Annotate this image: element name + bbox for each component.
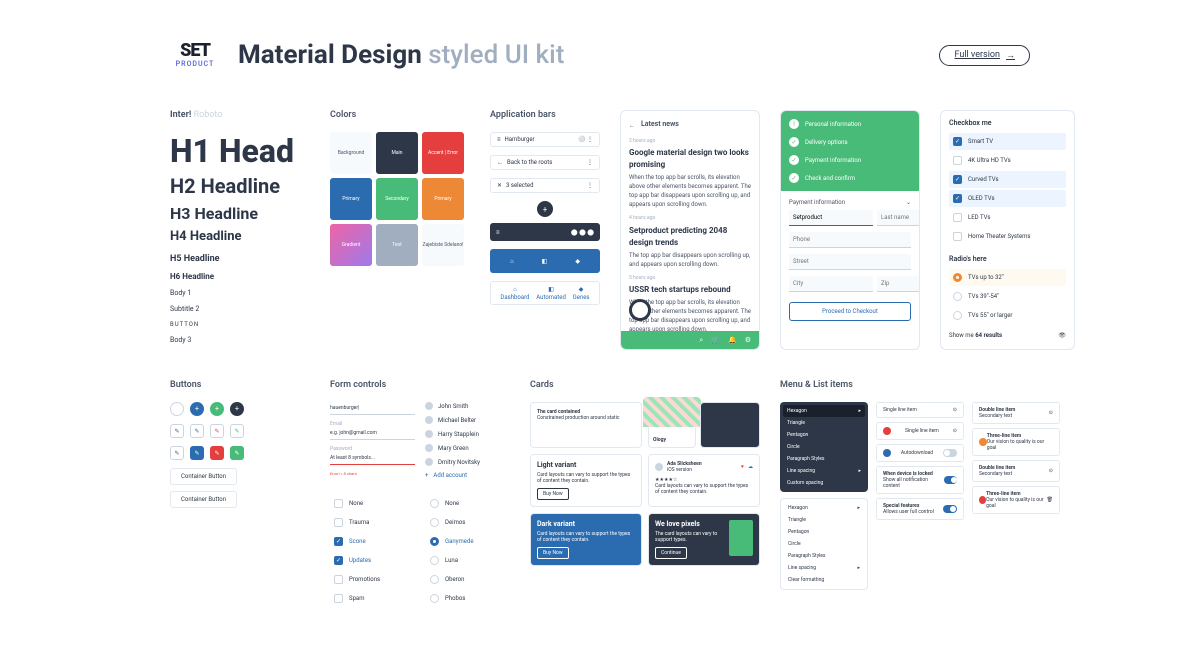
search-icon[interactable]: ⌕: [699, 335, 703, 346]
fab-outline-add[interactable]: +: [170, 402, 184, 416]
city-input[interactable]: [789, 276, 873, 292]
arrow-right-icon: →: [1006, 50, 1015, 61]
swatch-orange: Primary: [422, 178, 464, 220]
appbar-dark[interactable]: ≡⬤ ⬤ ⬤: [490, 223, 600, 241]
appbar-selected[interactable]: ✕3 selected ⋮: [490, 178, 600, 193]
fab-green-add[interactable]: +: [210, 402, 224, 416]
full-version-button[interactable]: Full version→: [939, 45, 1030, 66]
cards-section: Cards The card contained Constrained pro…: [530, 380, 760, 609]
swatch-accent: Accent | Error: [422, 132, 464, 174]
filter-panel: Checkbox me ✓Smart TV 4K Ultra HD TVs ✓C…: [940, 110, 1075, 350]
radio-39[interactable]: TVs 39"-54": [949, 288, 1066, 305]
swatch-main: Main: [376, 132, 418, 174]
checkout-button[interactable]: Proceed to Checkout: [789, 302, 911, 321]
news-panel[interactable]: ←Latest news 2 hours ago Google material…: [620, 110, 760, 350]
card-small[interactable]: The card contained Constrained productio…: [530, 402, 642, 448]
container-button-2[interactable]: Container Button: [170, 491, 237, 508]
swatch-background: Background: [330, 132, 372, 174]
eye-icon[interactable]: 👁: [1058, 332, 1066, 339]
appbar-hamburger[interactable]: ≡Hamburger ⚪ ⋮: [490, 132, 600, 147]
close-icon: ✕: [497, 182, 502, 189]
check-4k[interactable]: 4K Ultra HD TVs: [949, 152, 1066, 169]
swatch-primary: Primary: [330, 178, 372, 220]
check-oled[interactable]: ✓OLED TVs: [949, 190, 1066, 207]
phone-input[interactable]: [789, 232, 911, 248]
fab-dark-add[interactable]: +: [230, 402, 244, 416]
last-name-input[interactable]: [877, 210, 920, 226]
checkout-form: !Personal information ✓Delivery options …: [780, 110, 920, 350]
colors-section: Colors Background Main Accent | Error Pr…: [330, 110, 470, 350]
arrow-left-icon: ←: [497, 159, 503, 166]
h1-sample: H1 Head: [170, 132, 310, 170]
home-icon: ⌂: [510, 258, 514, 265]
appbar-back[interactable]: ←Back to the roots ⋮: [490, 155, 600, 170]
zip-input[interactable]: [877, 276, 920, 292]
bell-icon[interactable]: 🔔: [728, 335, 737, 346]
check-smart-tv[interactable]: ✓Smart TV: [949, 133, 1066, 150]
bottom-nav-blue[interactable]: ⌂ ◧ ◆: [490, 249, 600, 273]
bottom-nav-light[interactable]: ⌂Dashboard ◧Automated ◆Genes: [490, 281, 600, 305]
page-title: Material Design styled UI kit: [238, 40, 564, 70]
toggle[interactable]: [943, 449, 957, 457]
form-controls-section: Form controls hauenburger| Email e.g. jo…: [330, 380, 510, 609]
dark-menu: Hexagon▸ Triangle Pentagon Circle Paragr…: [780, 402, 868, 492]
card-light[interactable]: Light variant Card layouts can vary to s…: [530, 454, 642, 507]
cart-icon[interactable]: 🛒: [711, 335, 720, 346]
check-led[interactable]: LED TVs: [949, 209, 1066, 226]
add-account-link[interactable]: +Add account: [425, 472, 510, 479]
radio-32[interactable]: TVs up to 32": [949, 269, 1066, 286]
card-user[interactable]: Ada SlicksheeniOS version♥☁ ★★★★☆ Card l…: [648, 454, 760, 507]
card-pixels[interactable]: We love pixelsThe card layouts can vary …: [648, 513, 760, 566]
list-single[interactable]: Single line item⊙: [876, 402, 964, 418]
gear-icon[interactable]: ⚙: [745, 335, 751, 346]
swatch-gradient: Gradient: [330, 224, 372, 266]
appbars-section: Application bars ≡Hamburger ⚪ ⋮ ←Back to…: [490, 110, 600, 350]
buttons-section: Buttons + + + + ✎ ✎ ✎ ✎ ✎ ✎ ✎ ✎ Containe…: [170, 380, 310, 609]
contact-item[interactable]: John Smith: [425, 402, 510, 410]
swatch-custom: Zajebiste Sdelano!: [422, 224, 464, 266]
sq-outline-edit[interactable]: ✎: [170, 424, 184, 438]
swatch-secondary: Secondary: [376, 178, 418, 220]
radio-55[interactable]: TVs 55" or larger: [949, 307, 1066, 324]
check-curved[interactable]: ✓Curved TVs: [949, 171, 1066, 188]
check-theater[interactable]: Home Theater Systems: [949, 228, 1066, 245]
arrow-left-icon: ←: [629, 121, 635, 130]
chevron-down-icon[interactable]: ⌄: [906, 199, 911, 206]
container-button-1[interactable]: Container Button: [170, 468, 237, 485]
logo: SET PRODUCT: [170, 42, 220, 68]
menus-section: Menu & List items Hexagon▸ Triangle Pent…: [780, 380, 1060, 609]
menu-icon: ≡: [497, 136, 501, 143]
pause-fab[interactable]: [629, 299, 651, 321]
card-dark[interactable]: Dark variant Card layouts can vary to su…: [530, 513, 642, 566]
fab-blue-add[interactable]: +: [190, 402, 204, 416]
swatch-text: Text: [376, 224, 418, 266]
first-name-input[interactable]: [789, 210, 873, 226]
fab-add[interactable]: +: [537, 201, 553, 217]
street-input[interactable]: [789, 254, 911, 270]
typography-section: Inter! Roboto H1 Head H2 Headline H3 Hea…: [170, 110, 310, 350]
